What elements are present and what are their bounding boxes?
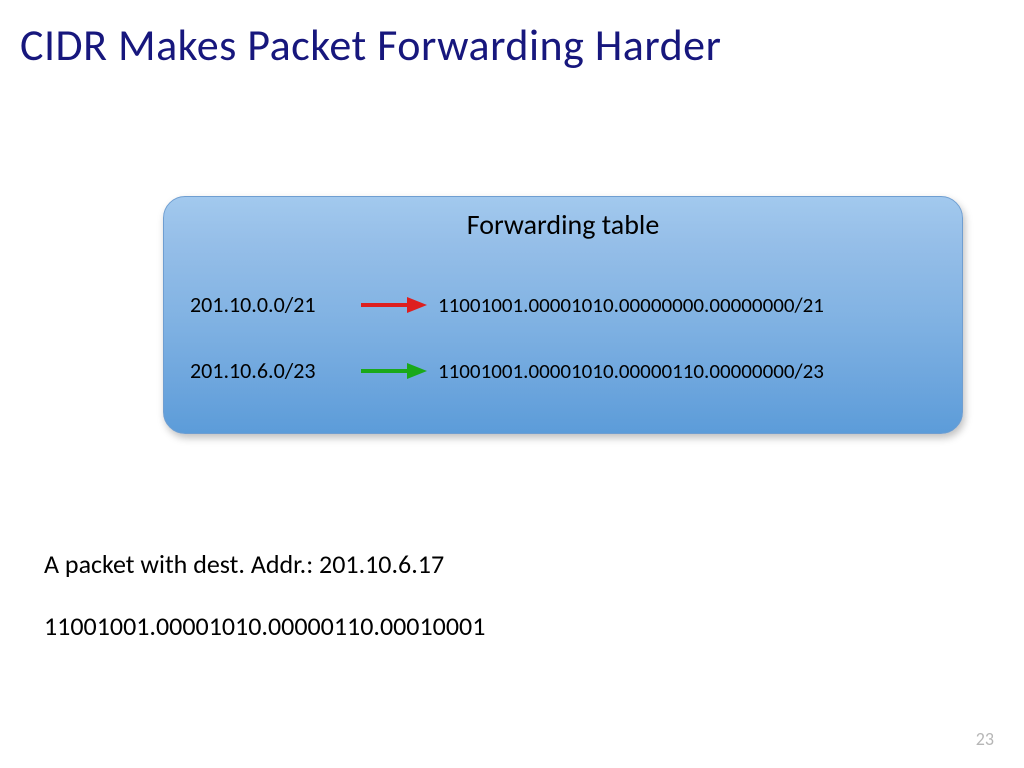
arrow-icon (350, 294, 438, 316)
packet-dest-binary: 11001001.00001010.00000110.00010001 (44, 610, 485, 642)
slide-title: CIDR Makes Packet Forwarding Harder (0, 0, 1024, 72)
page-number: 23 (976, 728, 994, 750)
table-row: 201.10.0.0/21 11001001.00001010.00000000… (190, 291, 824, 318)
packet-dest-label: A packet with dest. Addr.: 201.10.6.17 (44, 548, 444, 580)
binary-prefix: 11001001.00001010.00000110.00000000/23 (438, 358, 824, 384)
binary-prefix: 11001001.00001010.00000000.00000000/21 (438, 292, 824, 318)
forwarding-table-panel: Forwarding table 201.10.0.0/21 11001001.… (163, 196, 963, 434)
panel-heading: Forwarding table (164, 197, 962, 242)
arrow-icon (350, 360, 438, 382)
table-row: 201.10.6.0/23 11001001.00001010.00000110… (190, 357, 824, 384)
cidr-prefix: 201.10.6.0/23 (190, 357, 350, 384)
cidr-prefix: 201.10.0.0/21 (190, 291, 350, 318)
